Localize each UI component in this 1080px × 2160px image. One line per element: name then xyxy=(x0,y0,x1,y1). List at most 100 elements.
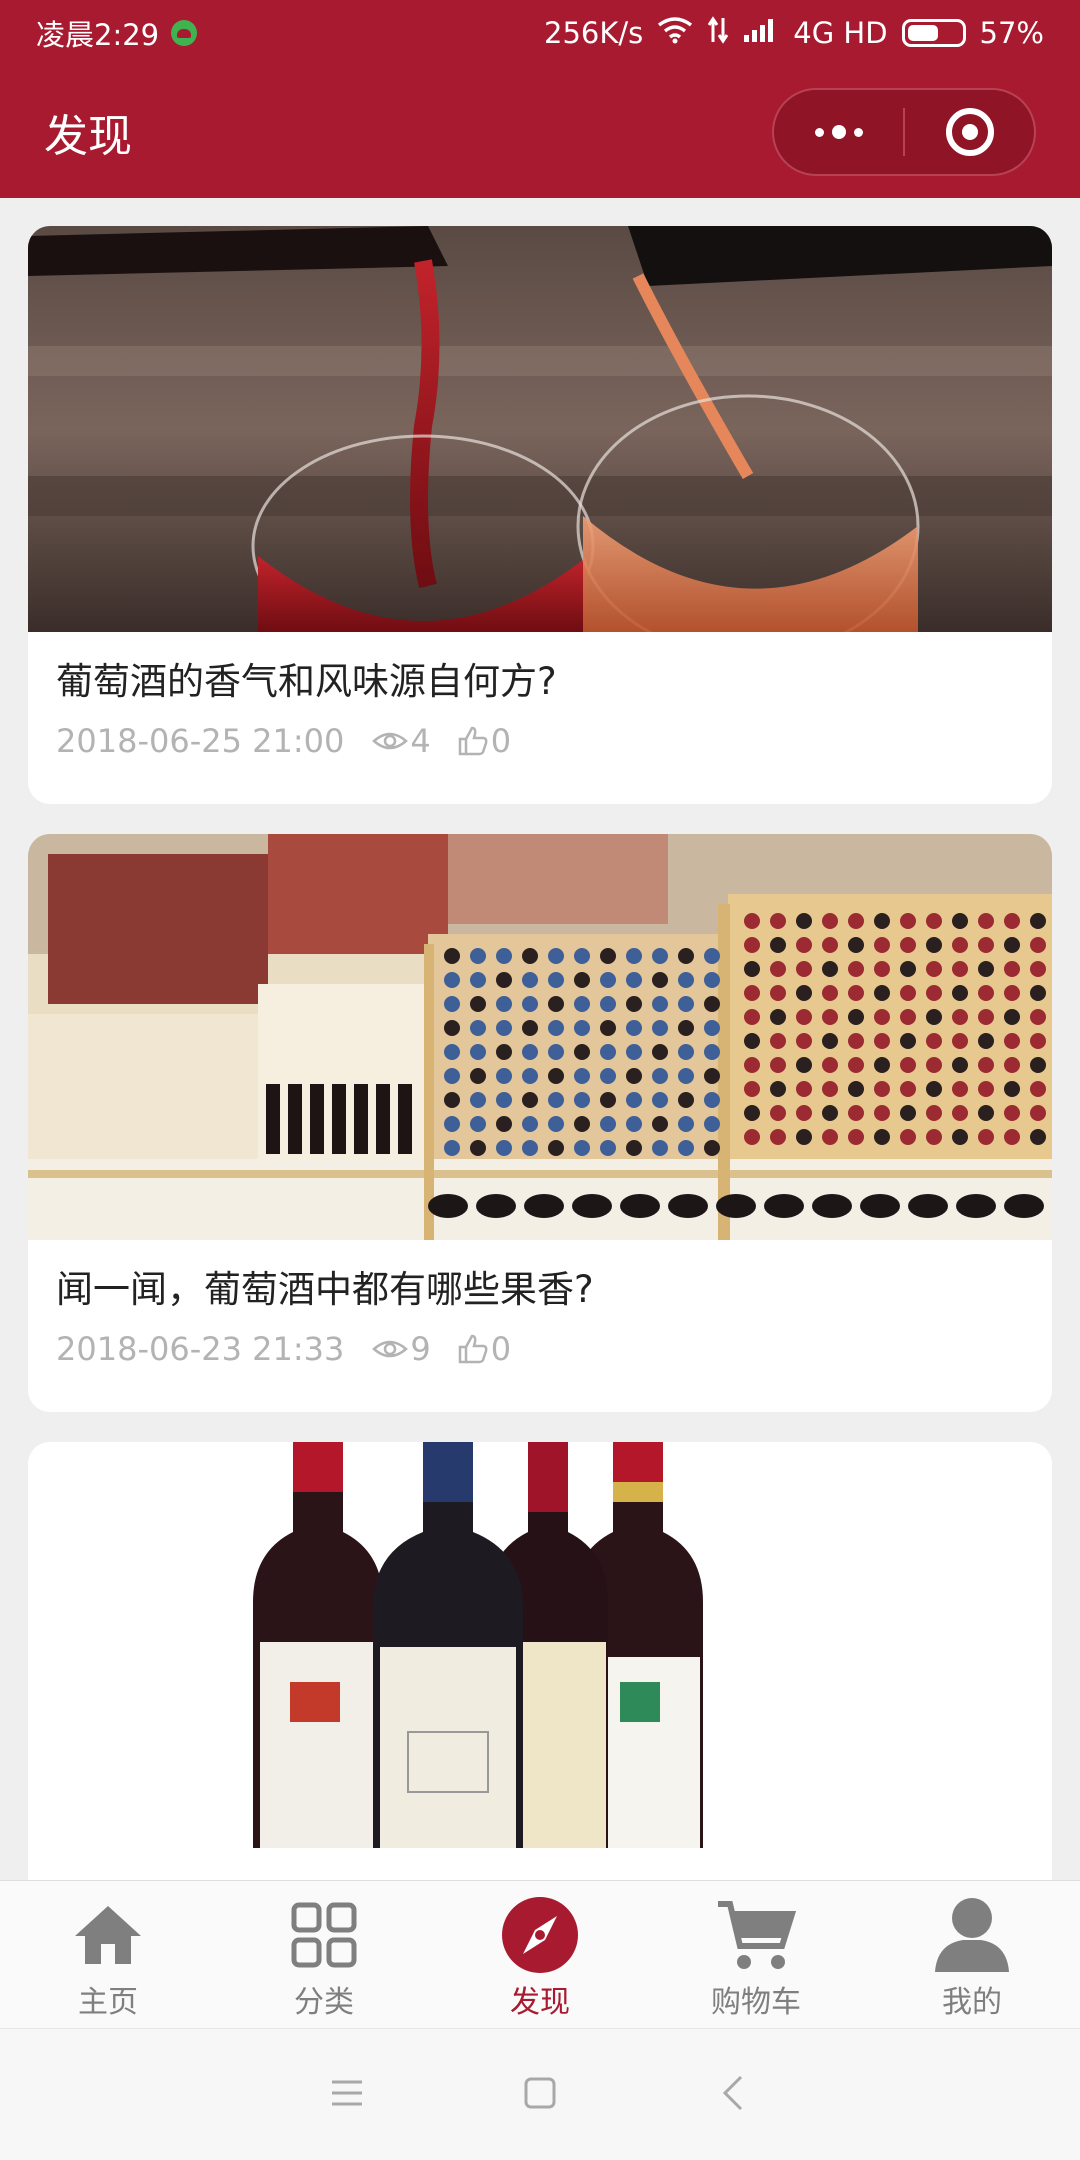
target-icon xyxy=(945,108,994,156)
bottle-end xyxy=(600,1020,616,1036)
bottle-end xyxy=(952,913,968,929)
article-title[interactable]: 闻一闻，葡萄酒中都有哪些果香? xyxy=(56,1268,1024,1312)
square-icon xyxy=(523,2076,557,2114)
home-button[interactable] xyxy=(510,2065,570,2125)
bottle-end xyxy=(926,913,942,929)
bottle-end xyxy=(822,961,838,977)
bottle-end xyxy=(522,948,538,964)
article-image-wine-pour xyxy=(28,226,1052,632)
bottle-end xyxy=(744,985,760,1001)
bottle-end xyxy=(1030,937,1046,953)
bottle-end xyxy=(770,1105,786,1121)
article-card[interactable]: 闻一闻，葡萄酒中都有哪些果香? 2018-06-23 21:33 9 0 xyxy=(28,834,1052,1412)
bottle-end xyxy=(1004,913,1020,929)
bottle-end xyxy=(874,1033,890,1049)
upright-bottle xyxy=(398,1084,412,1154)
bottle-end xyxy=(574,996,590,1012)
article-image-wine-bottles xyxy=(28,1442,1052,1848)
lying-bottle xyxy=(860,1194,900,1218)
bottle-end xyxy=(952,1081,968,1097)
article-card[interactable]: 葡萄酒的香气和风味源自何方? 2018-06-25 21:00 4 0 xyxy=(28,226,1052,804)
bottle-end xyxy=(822,1081,838,1097)
like-count[interactable]: 0 xyxy=(457,722,511,760)
bottle-end xyxy=(470,1068,486,1084)
bottle-end xyxy=(444,948,460,964)
article-body: 闻一闻，葡萄酒中都有哪些果香? 2018-06-23 21:33 9 0 xyxy=(28,1240,1052,1368)
bottle-end xyxy=(770,961,786,977)
bottle-end xyxy=(822,1057,838,1073)
bottle-end xyxy=(744,1009,760,1025)
tab-category[interactable]: 分类 xyxy=(216,1881,432,2028)
bottle-end xyxy=(522,972,538,988)
bottle-end xyxy=(900,1009,916,1025)
bottle-end xyxy=(444,1092,460,1108)
bottle-end xyxy=(978,913,994,929)
bottle-end xyxy=(900,937,916,953)
bottle-end xyxy=(1004,985,1020,1001)
tab-home[interactable]: 主页 xyxy=(0,1881,216,2028)
bottle-end xyxy=(900,1105,916,1121)
close-miniprogram-button[interactable] xyxy=(905,90,1034,174)
lying-bottle xyxy=(716,1194,756,1218)
menu-button[interactable] xyxy=(317,2065,377,2125)
thumbs-up-icon xyxy=(457,725,489,757)
bottle-end xyxy=(744,1081,760,1097)
bottle-end xyxy=(678,1092,694,1108)
bottle-end xyxy=(796,1105,812,1121)
title-bar: 发现 xyxy=(0,66,1080,198)
eye-icon xyxy=(372,729,409,753)
like-count[interactable]: 0 xyxy=(457,1330,511,1368)
bottle-end xyxy=(1030,1129,1046,1145)
bottle-end xyxy=(626,996,642,1012)
bottle-end xyxy=(926,1081,942,1097)
bottle-end xyxy=(574,1044,590,1060)
cart-icon xyxy=(716,1895,796,1975)
bottle-end xyxy=(496,1092,512,1108)
status-time: 凌晨2:29 xyxy=(36,18,160,52)
upright-bottle xyxy=(354,1084,368,1154)
bottle-end xyxy=(704,1020,720,1036)
bottle-end xyxy=(600,996,616,1012)
tab-mine[interactable]: 我的 xyxy=(864,1881,1080,2028)
bottle-end xyxy=(952,937,968,953)
status-right: 256K/s 4G HD 57% xyxy=(544,15,1044,51)
bottle-end xyxy=(978,985,994,1001)
lying-bottle xyxy=(668,1194,708,1218)
bottle-end xyxy=(978,1081,994,1097)
bottle-rows-overlay xyxy=(266,913,1046,1218)
bottle-end xyxy=(848,913,864,929)
bottle-end xyxy=(522,1092,538,1108)
lying-bottle xyxy=(764,1194,804,1218)
article-title[interactable]: 葡萄酒的香气和风味源自何方? xyxy=(56,660,1024,704)
bottle-end xyxy=(796,1081,812,1097)
bottle-end xyxy=(600,1068,616,1084)
bottle-end xyxy=(678,1140,694,1156)
tab-label: 购物车 xyxy=(711,1985,801,2020)
bottle-end xyxy=(600,1116,616,1132)
user-icon xyxy=(932,1895,1012,1975)
bottle-end xyxy=(848,1033,864,1049)
bottle-end xyxy=(796,1057,812,1073)
view-count: 4 xyxy=(372,722,431,760)
upright-bottle xyxy=(266,1084,280,1154)
bottle-end xyxy=(678,996,694,1012)
bottle-end xyxy=(470,948,486,964)
article-feed[interactable]: 葡萄酒的香气和风味源自何方? 2018-06-25 21:00 4 0 闻一闻，… xyxy=(0,198,1080,1880)
bottle-end xyxy=(770,985,786,1001)
bottle-end xyxy=(652,1044,668,1060)
bottle-end xyxy=(874,985,890,1001)
bottle-end xyxy=(822,1009,838,1025)
like-count-value: 0 xyxy=(490,1330,512,1369)
back-button[interactable] xyxy=(703,2065,763,2125)
bottle-end xyxy=(900,1081,916,1097)
more-button[interactable] xyxy=(774,90,903,174)
tab-cart[interactable]: 购物车 xyxy=(648,1881,864,2028)
tab-label: 分类 xyxy=(294,1985,354,2020)
tab-discover[interactable]: 发现 xyxy=(432,1881,648,2028)
bottle-end xyxy=(652,1068,668,1084)
bottle-end xyxy=(626,1068,642,1084)
article-meta: 2018-06-23 21:33 9 0 xyxy=(56,1330,1024,1368)
article-card[interactable] xyxy=(28,1442,1052,1880)
battery-fill xyxy=(907,25,938,41)
view-count: 9 xyxy=(372,1330,431,1368)
